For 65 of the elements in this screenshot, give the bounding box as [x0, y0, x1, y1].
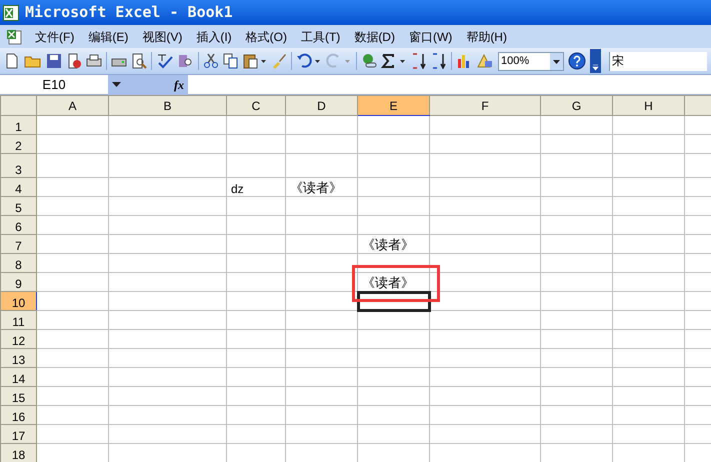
column-header[interactable]: E	[358, 96, 430, 116]
menu-item[interactable]: 视图(V)	[135, 28, 190, 46]
paste-icon[interactable]	[243, 53, 267, 69]
menu-item[interactable]: 工具(T)	[294, 28, 348, 46]
column-header[interactable]: B	[108, 96, 226, 116]
spreadsheet-icon	[3, 4, 19, 20]
insert-function-button[interactable]: fx	[174, 76, 184, 94]
column-header[interactable]: C	[226, 96, 286, 116]
scissors-icon[interactable]	[203, 53, 219, 69]
row-header[interactable]: 4	[0, 178, 36, 196]
column-header[interactable]: H	[612, 96, 684, 116]
font-field[interactable]: 宋	[609, 52, 707, 70]
row-header[interactable]: 7	[0, 234, 36, 254]
sort-ascending-icon[interactable]	[411, 53, 427, 69]
row-header[interactable]: 18	[0, 444, 36, 462]
row-header[interactable]: 9	[0, 272, 36, 292]
menu-item[interactable]: 帮助(H)	[459, 28, 514, 46]
row-header[interactable]: 13	[0, 348, 36, 368]
print-icon[interactable]	[86, 53, 102, 69]
brush-icon[interactable]	[271, 53, 287, 69]
save-icon[interactable]	[46, 53, 62, 69]
sum-icon[interactable]	[381, 53, 407, 69]
active-cell[interactable]	[358, 292, 430, 310]
column-header[interactable]: G	[540, 96, 612, 116]
row-header[interactable]: 17	[0, 424, 36, 444]
hyperlink-icon[interactable]	[361, 53, 377, 69]
drawing-icon[interactable]	[476, 53, 494, 69]
row-header[interactable]: 6	[0, 216, 36, 234]
table-cell: 《读者》	[358, 234, 430, 254]
row-header[interactable]: 3	[0, 154, 36, 178]
help-icon[interactable]	[568, 52, 586, 70]
dropdown-arrow-icon[interactable]	[112, 82, 121, 88]
print-preview-icon[interactable]	[131, 53, 147, 69]
window-title: Microsoft Excel - Book1	[25, 2, 233, 24]
row-header[interactable]: 14	[0, 368, 36, 386]
menu-item[interactable]: 窗口(W)	[402, 28, 460, 46]
menu-item[interactable]: 插入(I)	[189, 28, 239, 46]
row-header[interactable]: 2	[0, 134, 36, 154]
row-header[interactable]: 16	[0, 406, 36, 424]
zoom-dropdown[interactable]: 100%	[498, 52, 564, 70]
row-header[interactable]: 5	[0, 196, 36, 216]
menu-item[interactable]: 编辑(E)	[81, 28, 136, 46]
copy-icon[interactable]	[223, 53, 239, 69]
row-header[interactable]: 1	[0, 116, 36, 134]
row-header[interactable]: 11	[0, 310, 36, 330]
row-header[interactable]: 15	[0, 386, 36, 406]
workbook-icon[interactable]	[6, 28, 22, 44]
column-header[interactable]: F	[430, 96, 540, 116]
undo-icon[interactable]	[296, 53, 322, 69]
zoom-value: 100%	[500, 54, 530, 69]
menu-item[interactable]: 数据(D)	[347, 28, 402, 46]
column-header[interactable]: A	[36, 96, 108, 116]
toolbar-options-icon[interactable]	[590, 49, 601, 73]
menu-item[interactable]: 格式(O)	[238, 28, 294, 46]
row-header[interactable]: 8	[0, 254, 36, 272]
menu-item[interactable]: 文件(F)	[28, 28, 82, 46]
column-header[interactable]: D	[286, 96, 358, 116]
row-header[interactable]: 12	[0, 330, 36, 348]
spelling-icon[interactable]	[156, 53, 174, 69]
table-cell: dz	[226, 178, 286, 196]
new-document-icon[interactable]	[4, 53, 20, 69]
table-cell: 《读者》	[286, 178, 358, 196]
sort-descending-icon[interactable]	[431, 53, 447, 69]
row-header[interactable]: 10	[0, 292, 36, 310]
chart-icon[interactable]	[456, 53, 472, 69]
